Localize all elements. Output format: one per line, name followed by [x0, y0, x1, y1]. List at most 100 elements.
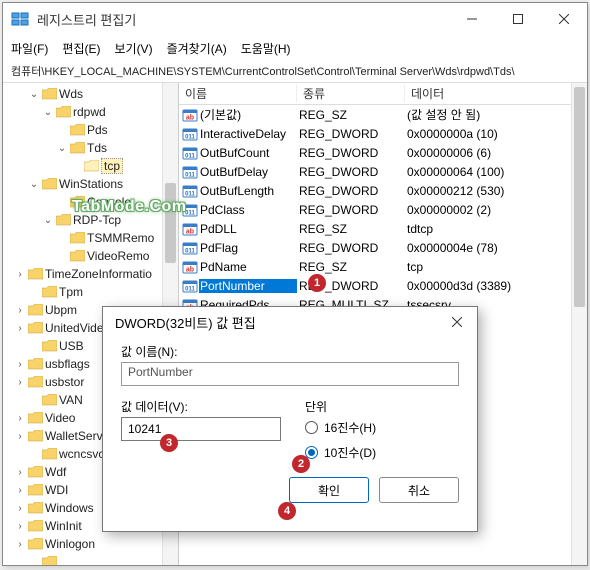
radio-hex[interactable]: 16진수(H)	[305, 419, 459, 436]
tree-label: TimeZoneInformatio	[45, 267, 152, 281]
value-type: REG_SZ	[297, 108, 405, 122]
col-header-type[interactable]: 종류	[297, 85, 405, 102]
dialog-close-button[interactable]	[443, 310, 471, 334]
tree-label: usbstor	[45, 375, 84, 389]
tree-item[interactable]: ⌄WinStations	[3, 175, 178, 193]
folder-icon	[83, 159, 99, 173]
tree-item[interactable]: ⌄Wds	[3, 85, 178, 103]
chevron-right-icon: ›	[13, 521, 27, 532]
folder-icon	[41, 555, 57, 565]
value-data: 0x00000002 (2)	[405, 203, 587, 217]
tree-item[interactable]: Pds	[3, 121, 178, 139]
tree-item[interactable]: VideoRemo	[3, 247, 178, 265]
folder-icon	[69, 249, 85, 263]
list-row[interactable]: 011OutBufDelayREG_DWORD0x00000064 (100)	[179, 162, 587, 181]
menu-file[interactable]: 파일(F)	[11, 40, 48, 57]
folder-icon	[55, 213, 71, 227]
chevron-down-icon: ⌄	[41, 107, 55, 118]
tree-item[interactable]: ›TimeZoneInformatio	[3, 265, 178, 283]
chevron-right-icon: ›	[13, 503, 27, 514]
chevron-right-icon: ›	[13, 323, 27, 334]
list-row[interactable]: 011PdFlagREG_DWORD0x0000004e (78)	[179, 238, 587, 257]
folder-icon	[27, 375, 43, 389]
reg-value-icon: 011	[181, 183, 199, 199]
list-row[interactable]: 011OutBufCountREG_DWORD0x00000006 (6)	[179, 143, 587, 162]
list-row[interactable]: 011OutBufLengthREG_DWORD0x00000212 (530)	[179, 181, 587, 200]
list-row[interactable]: abPdNameREG_SZtcp	[179, 257, 587, 276]
tree-label: VideoRemo	[87, 249, 149, 263]
list-row[interactable]: 011PortNumberREG_DWORD0x00000d3d (3389)	[179, 276, 587, 295]
svg-text:011: 011	[185, 172, 195, 178]
tree-label: tcp	[101, 158, 123, 174]
folder-icon	[41, 177, 57, 191]
value-name-label: 값 이름(N):	[121, 343, 459, 360]
radio-dec[interactable]: 10진수(D)	[305, 444, 459, 461]
list-row[interactable]: 011PdClassREG_DWORD0x00000002 (2)	[179, 200, 587, 219]
tree-item[interactable]: ⌄rdpwd	[3, 103, 178, 121]
list-row[interactable]: 011InteractiveDelayREG_DWORD0x0000000a (…	[179, 124, 587, 143]
value-name: PdName	[199, 260, 297, 274]
value-type: REG_SZ	[297, 222, 405, 236]
folder-icon	[69, 231, 85, 245]
reg-value-icon: 011	[181, 240, 199, 256]
tree-item[interactable]: ⌄Tds	[3, 139, 178, 157]
tree-item[interactable]: Tpm	[3, 283, 178, 301]
col-header-name[interactable]: 이름	[179, 85, 297, 102]
value-name: PdDLL	[199, 222, 297, 236]
ok-button[interactable]: 확인	[289, 477, 369, 503]
menu-edit[interactable]: 편집(E)	[62, 40, 100, 57]
reg-value-icon: 011	[181, 164, 199, 180]
list-row[interactable]: ab(기본값)REG_SZ(값 설정 안 됨)	[179, 105, 587, 124]
value-name-field[interactable]: PortNumber	[121, 362, 459, 386]
chevron-down-icon: ⌄	[41, 215, 55, 226]
menu-help[interactable]: 도움말(H)	[241, 40, 291, 57]
value-type: REG_DWORD	[297, 165, 405, 179]
tree-item[interactable]	[3, 553, 178, 565]
value-name: PortNumber	[199, 279, 297, 293]
value-data: 0x00000006 (6)	[405, 146, 587, 160]
cancel-button[interactable]: 취소	[379, 477, 459, 503]
dialog-title: DWORD(32비트) 값 편집	[115, 313, 443, 332]
folder-icon	[27, 429, 43, 443]
app-icon	[11, 10, 29, 28]
folder-icon	[27, 537, 43, 551]
tree-item[interactable]: ›Winlogon	[3, 535, 178, 553]
folder-icon	[55, 105, 71, 119]
maximize-button[interactable]	[495, 3, 541, 35]
badge-1: 1	[308, 274, 326, 292]
tree-label: Ubpm	[45, 303, 77, 317]
value-name: PdClass	[199, 203, 297, 217]
folder-icon	[69, 141, 85, 155]
value-name: InteractiveDelay	[199, 127, 297, 141]
minimize-button[interactable]	[449, 3, 495, 35]
value-type: REG_SZ	[297, 260, 405, 274]
unit-label: 단위	[305, 398, 459, 415]
svg-text:ab: ab	[186, 114, 194, 121]
value-name: (기본값)	[199, 106, 297, 123]
list-row[interactable]: abPdDLLREG_SZtdtcp	[179, 219, 587, 238]
tree-item[interactable]: tcp	[3, 157, 178, 175]
titlebar: 레지스트리 편집기	[3, 3, 587, 35]
value-name: OutBufCount	[199, 146, 297, 160]
list-rows: ab(기본값)REG_SZ(값 설정 안 됨)011InteractiveDel…	[179, 105, 587, 314]
svg-text:011: 011	[185, 191, 195, 197]
value-name: PdFlag	[199, 241, 297, 255]
list-scrollbar[interactable]	[571, 83, 587, 565]
tree-item[interactable]: TSMMRemo	[3, 229, 178, 247]
value-type: REG_DWORD	[297, 203, 405, 217]
watermark: TabMode.Com	[72, 198, 187, 216]
chevron-right-icon: ›	[13, 485, 27, 496]
svg-text:ab: ab	[186, 266, 194, 273]
menu-favorites[interactable]: 즐겨찾기(A)	[167, 40, 227, 57]
value-type: REG_DWORD	[297, 146, 405, 160]
close-button[interactable]	[541, 3, 587, 35]
chevron-right-icon: ›	[13, 467, 27, 478]
value-data: 0x00000212 (530)	[405, 184, 587, 198]
value-data-input[interactable]	[121, 417, 281, 441]
tree-label: Wdf	[45, 465, 66, 479]
col-header-data[interactable]: 데이터	[405, 85, 587, 102]
address-bar[interactable]: 컴퓨터\HKEY_LOCAL_MACHINE\SYSTEM\CurrentCon…	[3, 61, 587, 83]
badge-4: 4	[278, 502, 296, 520]
menu-view[interactable]: 보기(V)	[114, 40, 152, 57]
chevron-right-icon: ›	[13, 539, 27, 550]
